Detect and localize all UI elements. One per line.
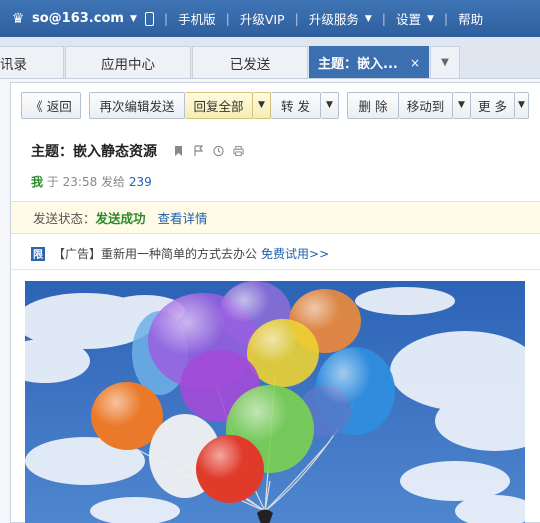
- message-toolbar: 《 返回 再次编辑发送 回复全部 ▼ 转 发 ▼ 删 除 移动到 ▼ 更 多 ▼: [11, 83, 540, 127]
- move-dropdown-button[interactable]: ▼: [453, 91, 471, 119]
- upgrade-vip-link[interactable]: 升级VIP: [240, 9, 285, 28]
- ad-badge: 限: [31, 246, 45, 261]
- tab-label: 讯录: [0, 56, 27, 73]
- ad-banner: 限 【广告】重新用一种简单的方式去办公 免费试用>>: [31, 245, 329, 262]
- upgrade-service-menu[interactable]: 升级服务 ▼: [309, 9, 372, 28]
- tab-label: 应用中心: [101, 56, 155, 73]
- account-email: so@163.com: [32, 11, 124, 26]
- chevron-down-icon: ▼: [364, 13, 372, 24]
- more-button[interactable]: 更 多: [471, 91, 515, 119]
- bookmark-icon[interactable]: [173, 145, 184, 157]
- settings-menu[interactable]: 设置 ▼: [396, 9, 434, 28]
- status-value: 发送成功: [95, 211, 146, 226]
- chevron-down-icon: ▼: [426, 13, 434, 24]
- chevron-down-icon: ▼: [258, 100, 265, 110]
- account-menu[interactable]: so@163.com ▼: [32, 11, 137, 26]
- delete-button[interactable]: 删 除: [347, 91, 399, 119]
- flag-icon[interactable]: [193, 145, 204, 157]
- tab-app-center[interactable]: 应用中心: [65, 46, 191, 78]
- more-dropdown-button[interactable]: ▼: [515, 91, 529, 119]
- message-header: 主题：嵌入静态资源: [31, 141, 244, 161]
- forward-dropdown-button[interactable]: ▼: [321, 91, 339, 119]
- upgrade-service-label: 升级服务: [308, 12, 359, 27]
- message-view: 《 返回 再次编辑发送 回复全部 ▼ 转 发 ▼ 删 除 移动到 ▼ 更 多 ▼…: [10, 82, 540, 523]
- tab-contacts[interactable]: 讯录: [0, 46, 64, 78]
- crown-icon: ♛: [11, 10, 25, 27]
- tab-label: 主题：嵌入...: [318, 57, 398, 72]
- forward-button[interactable]: 转 发: [271, 91, 321, 119]
- chevron-down-icon: ▼: [326, 100, 333, 110]
- sender-name[interactable]: 我: [31, 175, 43, 189]
- reedit-send-button[interactable]: 再次编辑发送: [89, 91, 185, 119]
- clock-icon[interactable]: [213, 145, 224, 157]
- tab-overflow-button[interactable]: ▼: [430, 46, 460, 78]
- free-trial-link[interactable]: 免费试用>>: [261, 245, 329, 262]
- chevron-down-icon: ▼: [441, 57, 449, 68]
- send-status-bar: 发送状态： 发送成功 查看详情: [11, 201, 540, 234]
- recipient-address[interactable]: 239: [129, 175, 152, 189]
- close-icon[interactable]: ×: [410, 56, 420, 70]
- tab-bar: 讯录 应用中心 已发送 主题：嵌入... × ▼: [0, 37, 540, 79]
- phone-icon[interactable]: [144, 11, 154, 26]
- embedded-balloons-image: [25, 281, 525, 523]
- print-icon[interactable]: [233, 145, 244, 157]
- divider: [11, 269, 540, 270]
- help-link[interactable]: 帮助: [458, 9, 483, 28]
- tab-label: 已发送: [229, 56, 271, 73]
- settings-label: 设置: [395, 12, 421, 27]
- view-details-link[interactable]: 查看详情: [158, 208, 208, 227]
- sender-line: 我 于 23:58 发给 239: [31, 173, 152, 190]
- tab-message-subject[interactable]: 主题：嵌入... ×: [309, 46, 429, 78]
- status-label: 发送状态：: [33, 211, 96, 226]
- mobile-version-link[interactable]: 手机版: [178, 9, 216, 28]
- chevron-down-icon: ▼: [458, 100, 465, 110]
- back-button[interactable]: 《 返回: [21, 91, 81, 119]
- sent-time-text: 于 23:58 发给: [43, 175, 129, 189]
- reply-all-button[interactable]: 回复全部: [185, 91, 253, 119]
- message-subject: 主题：嵌入静态资源: [31, 144, 157, 160]
- top-bar: ♛ so@163.com ▼ | 手机版 | 升级VIP | 升级服务 ▼ | …: [0, 0, 540, 37]
- move-to-button[interactable]: 移动到: [399, 91, 453, 119]
- reply-dropdown-button[interactable]: ▼: [253, 91, 271, 119]
- ad-text: 【广告】重新用一种简单的方式去办公: [53, 247, 258, 261]
- chevron-down-icon: ▼: [129, 13, 137, 24]
- chevron-down-icon: ▼: [518, 100, 525, 110]
- tab-sent[interactable]: 已发送: [192, 46, 308, 78]
